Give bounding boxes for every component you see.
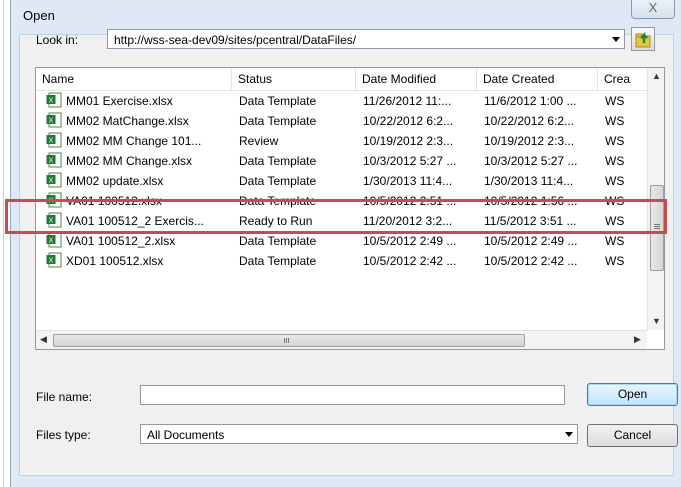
file-status: Data Template	[239, 154, 317, 168]
svg-text:X: X	[49, 158, 54, 165]
file-date-created: 10/3/2012 5:27 ...	[484, 154, 578, 168]
file-name: MM02 update.xlsx	[66, 174, 164, 188]
file-status: Data Template	[239, 114, 317, 128]
file-name-label: File name:	[36, 390, 93, 404]
column-header-date-modified[interactable]: Date Modified	[356, 68, 477, 90]
chevron-down-icon[interactable]	[565, 432, 573, 437]
table-row[interactable]: X VA01 100512_2.xlsx Data Template 10/5/…	[36, 231, 647, 251]
table-row[interactable]: X MM01 Exercise.xlsx Data Template 11/26…	[36, 91, 647, 111]
file-created-by: WS	[605, 174, 625, 188]
column-header-status[interactable]: Status	[232, 68, 356, 90]
file-created-by: WS	[605, 114, 625, 128]
file-date-created: 10/22/2012 6:2...	[484, 114, 575, 128]
file-name: MM01 Exercise.xlsx	[66, 94, 173, 108]
look-in-value: http://wss-sea-dev09/sites/pcentral/Data…	[114, 33, 357, 47]
scroll-down-icon[interactable]: ▼	[652, 316, 661, 326]
horizontal-scrollbar[interactable]: ◀ ▶	[36, 330, 647, 349]
scroll-up-icon[interactable]: ▲	[652, 71, 661, 81]
file-created-by: WS	[605, 254, 625, 268]
file-created-by: WS	[605, 134, 625, 148]
close-button[interactable]: X	[631, 0, 675, 19]
scroll-left-icon[interactable]: ◀	[40, 334, 47, 345]
file-date-created: 1/30/2013 11:4...	[484, 174, 574, 188]
file-date-created: 10/5/2012 2:49 ...	[484, 234, 578, 248]
file-date-created: 11/6/2012 1:00 ...	[484, 94, 577, 108]
file-status: Review	[239, 134, 279, 148]
file-created-by: WS	[605, 234, 625, 248]
horizontal-scroll-thumb[interactable]	[53, 334, 525, 347]
table-row[interactable]: X MM02 MatChange.xlsx Data Template 10/2…	[36, 111, 647, 131]
file-name: MM02 MM Change 101...	[66, 134, 202, 148]
table-row[interactable]: X XD01 100512.xlsx Data Template 10/5/20…	[36, 251, 647, 271]
background-app	[0, 0, 10, 487]
excel-file-icon: X	[46, 132, 62, 148]
file-date-modified: 1/30/2013 11:4...	[363, 174, 453, 188]
highlight-annotation	[5, 199, 667, 234]
column-header-name[interactable]: Name	[36, 68, 232, 90]
file-date-modified: 10/22/2012 6:2...	[363, 114, 454, 128]
svg-text:X: X	[49, 98, 54, 105]
svg-text:X: X	[49, 118, 54, 125]
up-folder-button[interactable]	[631, 27, 655, 51]
file-status: Data Template	[239, 254, 317, 268]
list-header: Name Status Date Modified Date Created C…	[36, 68, 647, 91]
column-header-date-created[interactable]: Date Created	[477, 68, 598, 90]
excel-file-icon: X	[46, 172, 62, 188]
open-dialog: Open X Look in: http://wss-sea-dev09/sit…	[10, 0, 681, 487]
file-name: MM02 MatChange.xlsx	[66, 114, 189, 128]
folder-up-icon	[635, 31, 651, 48]
file-date-modified: 10/5/2012 2:49 ...	[363, 234, 457, 248]
file-status: Data Template	[239, 174, 317, 188]
file-type-dropdown[interactable]: All Documents	[140, 424, 578, 444]
svg-text:X: X	[49, 138, 54, 145]
file-date-created: 10/19/2012 2:3...	[484, 134, 575, 148]
file-created-by: WS	[605, 154, 625, 168]
excel-file-icon: X	[46, 252, 62, 268]
file-date-modified: 10/3/2012 5:27 ...	[363, 154, 457, 168]
file-name: VA01 100512_2.xlsx	[66, 234, 176, 248]
file-type-value: All Documents	[147, 428, 225, 442]
file-type-label: Files type:	[36, 428, 91, 442]
column-header-created-by[interactable]: Crea	[598, 68, 647, 90]
table-row[interactable]: X MM02 MM Change.xlsx Data Template 10/3…	[36, 151, 647, 171]
chevron-down-icon[interactable]	[612, 37, 620, 42]
excel-file-icon: X	[46, 92, 62, 108]
file-status: Data Template	[239, 94, 317, 108]
file-date-created: 10/5/2012 2:42 ...	[484, 254, 578, 268]
dialog-title: Open	[23, 8, 55, 23]
excel-file-icon: X	[46, 112, 62, 128]
svg-text:X: X	[49, 258, 54, 265]
svg-text:X: X	[49, 238, 54, 245]
file-date-modified: 10/5/2012 2:42 ...	[363, 254, 457, 268]
look-in-label: Look in:	[36, 33, 79, 47]
file-name: MM02 MM Change.xlsx	[66, 154, 193, 168]
open-button[interactable]: Open	[587, 383, 678, 406]
cancel-button[interactable]: Cancel	[587, 424, 678, 447]
file-status: Data Template	[239, 234, 317, 248]
scroll-right-icon[interactable]: ▶	[634, 334, 641, 345]
table-row[interactable]: X MM02 update.xlsx Data Template 1/30/20…	[36, 171, 647, 191]
file-date-modified: 11/26/2012 11:...	[363, 94, 452, 108]
table-row[interactable]: X MM02 MM Change 101... Review 10/19/201…	[36, 131, 647, 151]
file-name: XD01 100512.xlsx	[66, 254, 164, 268]
file-name-input[interactable]	[140, 385, 565, 405]
svg-text:X: X	[49, 178, 54, 185]
excel-file-icon: X	[46, 232, 62, 248]
file-date-modified: 10/19/2012 2:3...	[363, 134, 454, 148]
look-in-dropdown[interactable]: http://wss-sea-dev09/sites/pcentral/Data…	[107, 29, 625, 49]
excel-file-icon: X	[46, 152, 62, 168]
file-created-by: WS	[605, 94, 625, 108]
